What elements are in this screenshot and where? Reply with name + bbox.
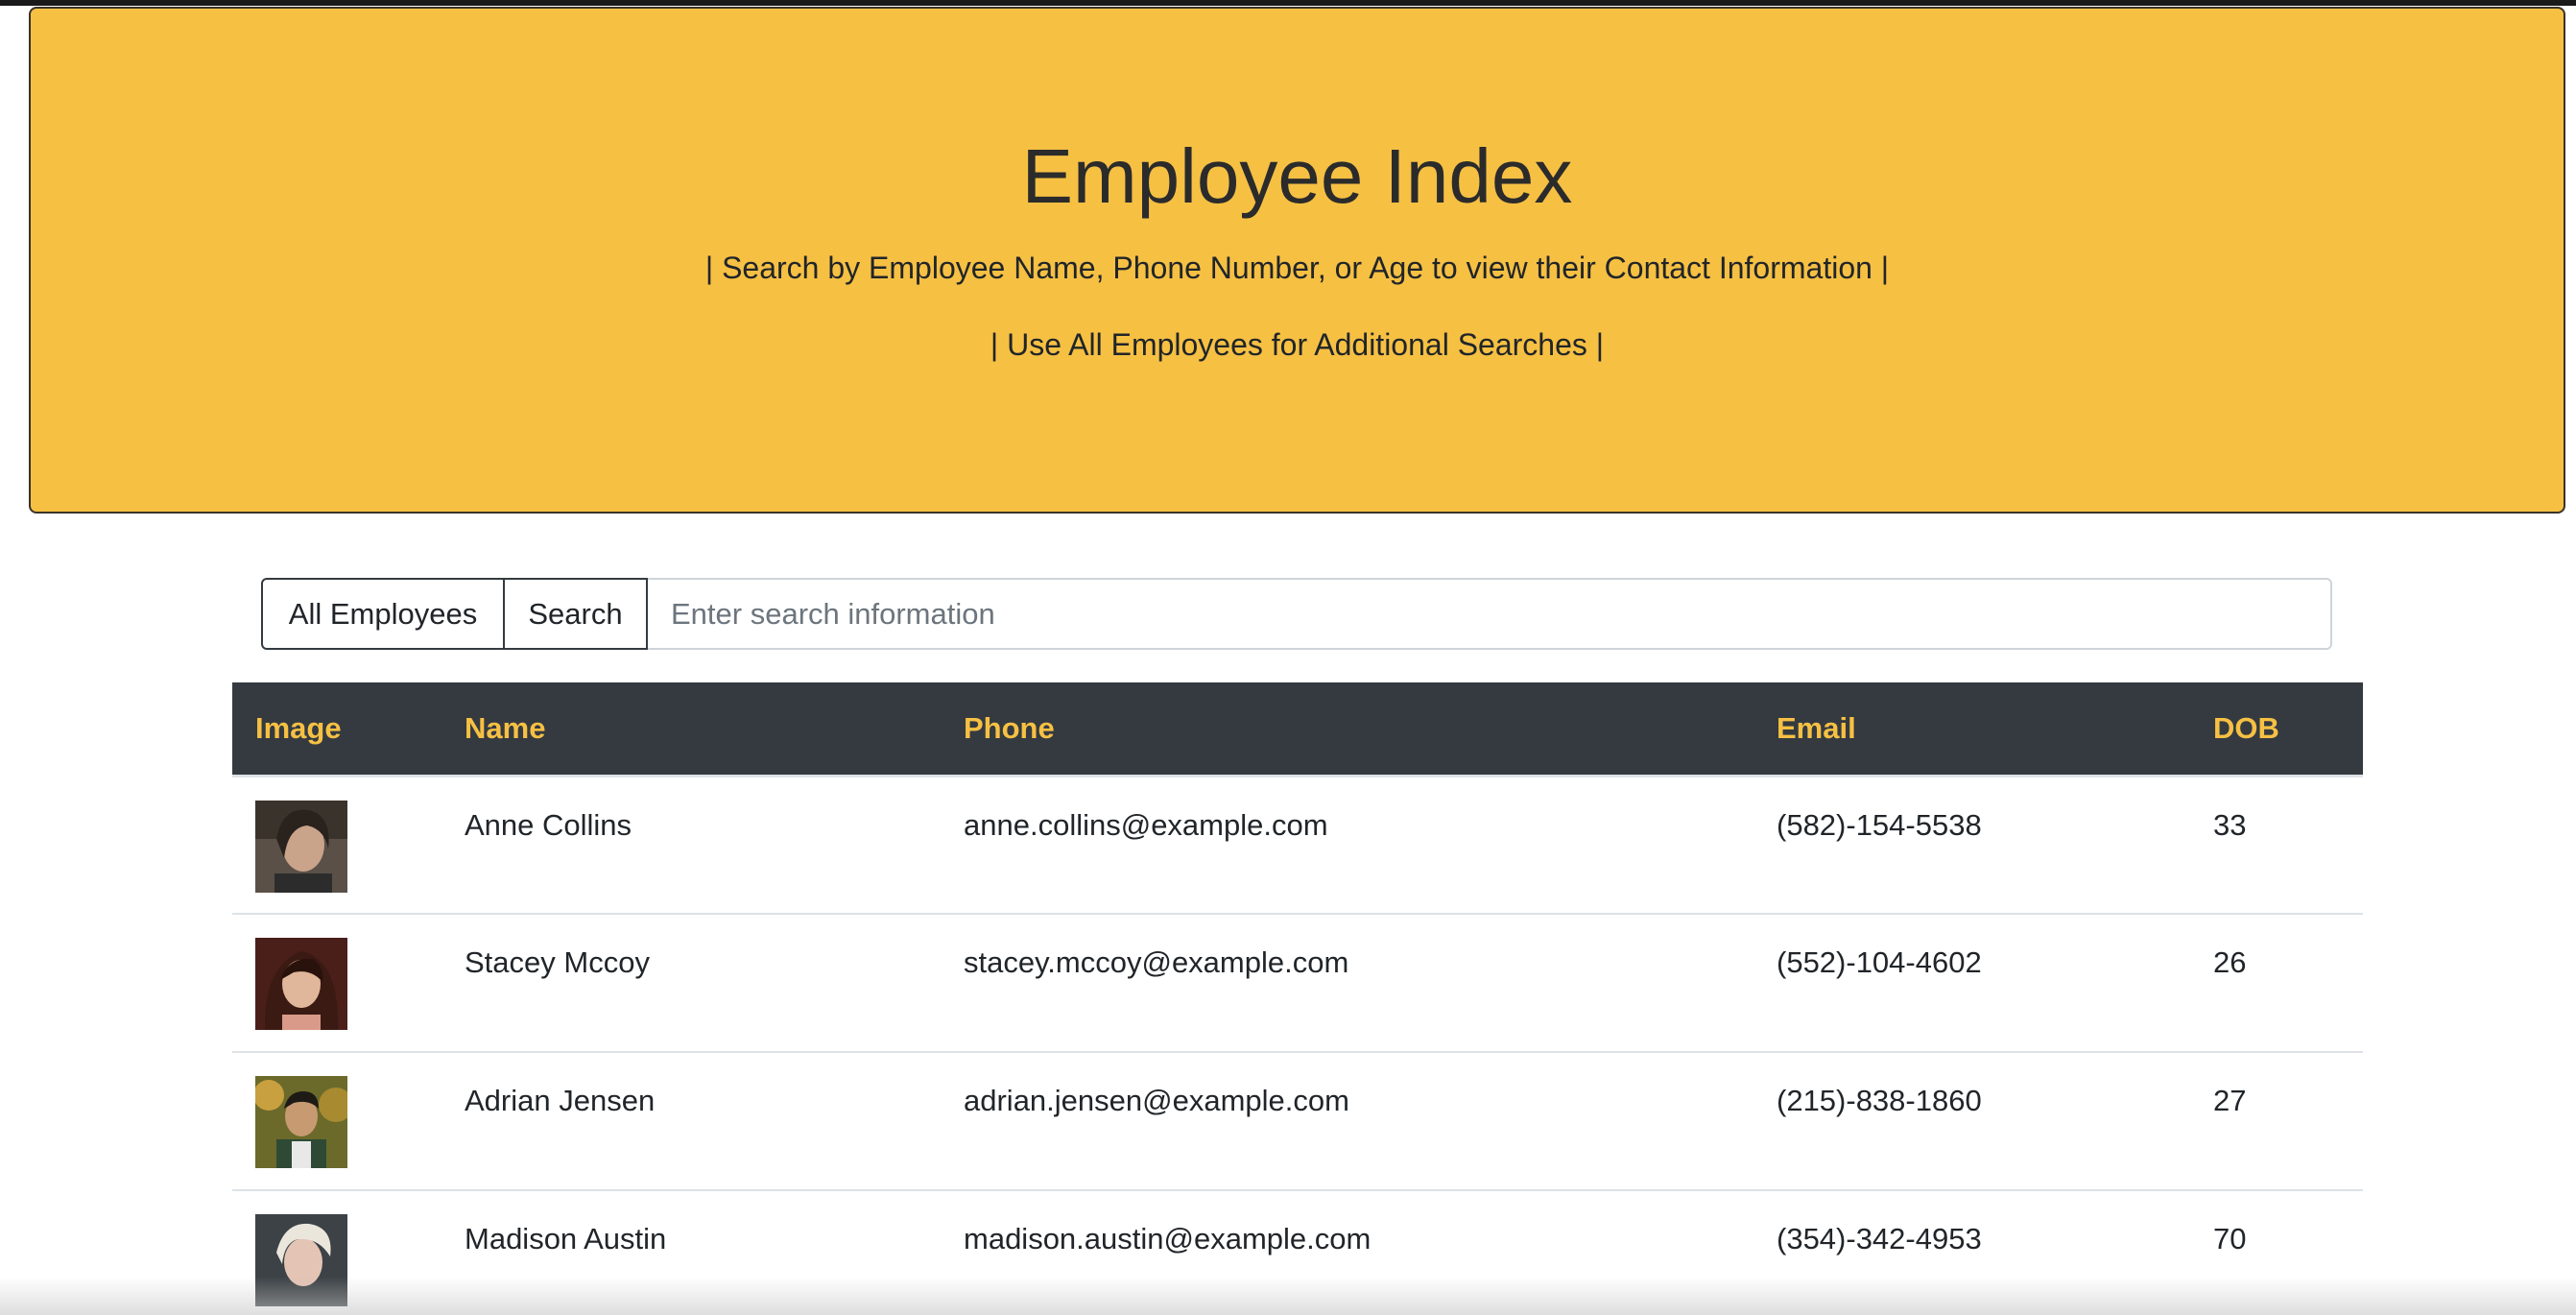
employee-photo <box>255 938 347 1030</box>
employee-dob: 26 <box>2190 914 2363 1053</box>
employee-dob: 33 <box>2190 776 2363 915</box>
header-banner: Employee Index | Search by Employee Name… <box>29 7 2565 514</box>
employee-table-container: Image Name Phone Email DOB Anne Collins … <box>232 682 2363 1315</box>
employee-name: Madison Austin <box>441 1190 941 1315</box>
browser-top-edge <box>0 0 2576 6</box>
image-cell <box>232 1190 441 1315</box>
employee-phone: adrian.jensen@example.com <box>941 1052 1753 1191</box>
table-row: Adrian Jensen adrian.jensen@example.com … <box>232 1052 2363 1191</box>
employee-email: (582)-154-5538 <box>1753 776 2190 915</box>
column-header-dob[interactable]: DOB <box>2190 682 2363 777</box>
table-row: Stacey Mccoy stacey.mccoy@example.com (5… <box>232 914 2363 1053</box>
search-input[interactable] <box>648 578 2332 650</box>
employee-phone: anne.collins@example.com <box>941 776 1753 915</box>
employee-email: (215)-838-1860 <box>1753 1052 2190 1191</box>
column-header-image[interactable]: Image <box>232 682 441 777</box>
search-button[interactable]: Search <box>503 578 648 650</box>
image-cell <box>232 914 441 1053</box>
image-cell <box>232 1052 441 1191</box>
employee-name: Stacey Mccoy <box>441 914 941 1053</box>
page-subtitle-search-hint: | Search by Employee Name, Phone Number,… <box>704 251 1890 285</box>
employee-email: (354)-342-4953 <box>1753 1190 2190 1315</box>
column-header-email[interactable]: Email <box>1753 682 2190 777</box>
image-cell <box>232 776 441 915</box>
table-row: Anne Collins anne.collins@example.com (5… <box>232 776 2363 915</box>
column-header-name[interactable]: Name <box>441 682 941 777</box>
page-subtitle-all-hint: | Use All Employees for Additional Searc… <box>990 327 1605 362</box>
column-header-phone[interactable]: Phone <box>941 682 1753 777</box>
table-header-row: Image Name Phone Email DOB <box>232 682 2363 777</box>
employee-dob: 27 <box>2190 1052 2363 1191</box>
search-bar: All Employees Search <box>261 578 2332 650</box>
employee-table: Image Name Phone Email DOB Anne Collins … <box>232 682 2363 1315</box>
employee-phone: stacey.mccoy@example.com <box>941 914 1753 1053</box>
employee-name: Anne Collins <box>441 776 941 915</box>
all-employees-button[interactable]: All Employees <box>261 578 505 650</box>
employee-name: Adrian Jensen <box>441 1052 941 1191</box>
page-title: Employee Index <box>1021 133 1573 219</box>
employee-photo <box>255 800 347 893</box>
employee-photo <box>255 1076 347 1168</box>
employee-dob: 70 <box>2190 1190 2363 1315</box>
employee-phone: madison.austin@example.com <box>941 1190 1753 1315</box>
employee-email: (552)-104-4602 <box>1753 914 2190 1053</box>
employee-photo <box>255 1214 347 1306</box>
table-row: Madison Austin madison.austin@example.co… <box>232 1190 2363 1315</box>
